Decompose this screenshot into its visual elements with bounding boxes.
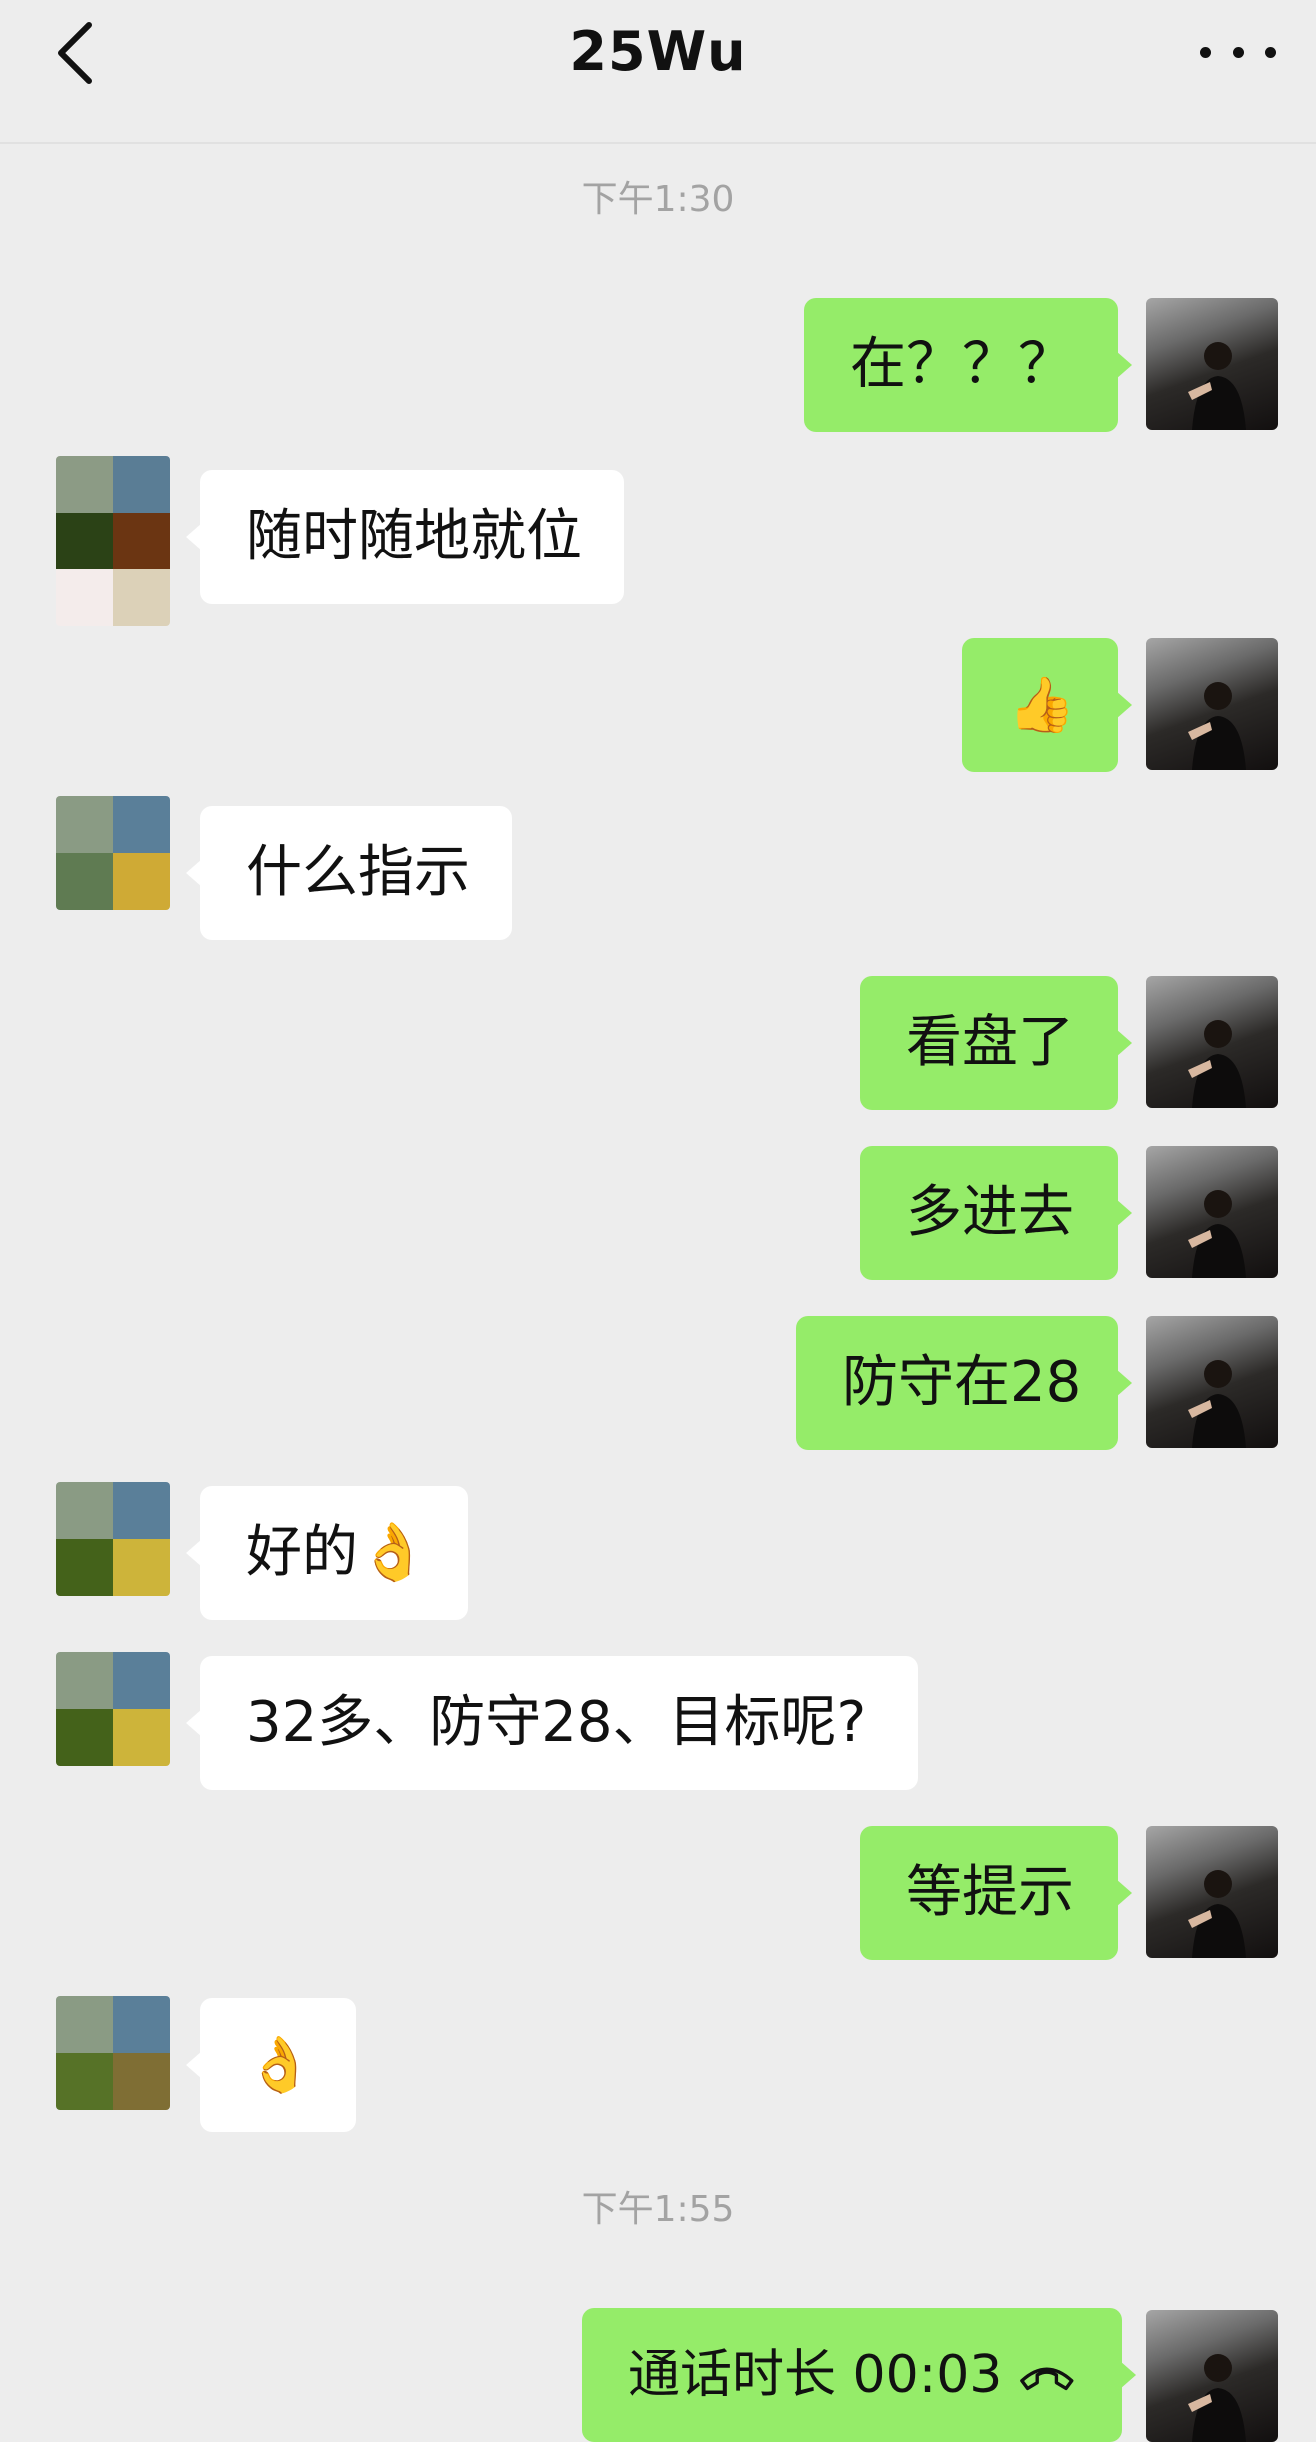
timestamp: 下午1:30 — [581, 179, 735, 220]
avatar-self[interactable] — [1146, 976, 1278, 1108]
message-bubble-incoming[interactable]: 好的👌 — [186, 1486, 468, 1620]
more-options-button[interactable] — [1200, 26, 1276, 78]
avatar-contact[interactable] — [56, 1482, 170, 1596]
message-bubble-incoming[interactable]: 什么指示 — [186, 806, 512, 940]
avatar-self[interactable] — [1146, 1146, 1278, 1278]
message-bubble-outgoing[interactable]: 看盘了 — [860, 976, 1132, 1110]
person-photo-icon — [1188, 2354, 1246, 2442]
message-bubble-incoming[interactable]: 随时随地就位 — [186, 470, 624, 604]
avatar-self[interactable] — [1146, 298, 1278, 430]
person-photo-icon — [1188, 1360, 1246, 1448]
avatar-contact[interactable] — [56, 796, 170, 910]
message-bubble-incoming[interactable]: 32多、防守28、目标呢? — [186, 1656, 918, 1790]
chat-header: 25Wu — [0, 0, 1316, 144]
avatar-self[interactable] — [1146, 638, 1278, 770]
call-duration-text: 通话时长 00:03 — [628, 2345, 1003, 2405]
chat-title[interactable]: 25Wu — [0, 20, 1316, 83]
person-photo-icon — [1188, 1190, 1246, 1278]
avatar-self[interactable] — [1146, 2310, 1278, 2442]
message-bubble-incoming[interactable]: 👌 — [186, 1998, 356, 2132]
avatar-self[interactable] — [1146, 1826, 1278, 1958]
timestamp: 下午1:55 — [581, 2189, 735, 2230]
person-photo-icon — [1188, 682, 1246, 770]
message-bubble-outgoing[interactable]: 多进去 — [860, 1146, 1132, 1280]
message-bubble-outgoing[interactable]: 等提示 — [860, 1826, 1132, 1960]
message-bubble-outgoing[interactable]: 👍 — [962, 638, 1132, 772]
message-bubble-outgoing[interactable]: 在？？？ — [804, 298, 1132, 432]
avatar-self[interactable] — [1146, 1316, 1278, 1448]
person-photo-icon — [1188, 1020, 1246, 1108]
call-record-bubble[interactable]: 通话时长 00:03 — [582, 2308, 1136, 2442]
phone-icon — [1020, 2367, 1074, 2391]
avatar-contact[interactable] — [56, 456, 170, 626]
person-photo-icon — [1188, 342, 1246, 430]
avatar-contact[interactable] — [56, 1652, 170, 1766]
avatar-contact[interactable] — [56, 1996, 170, 2110]
person-photo-icon — [1188, 1870, 1246, 1958]
more-dots-icon — [1200, 46, 1211, 58]
message-bubble-outgoing[interactable]: 防守在28 — [796, 1316, 1132, 1450]
